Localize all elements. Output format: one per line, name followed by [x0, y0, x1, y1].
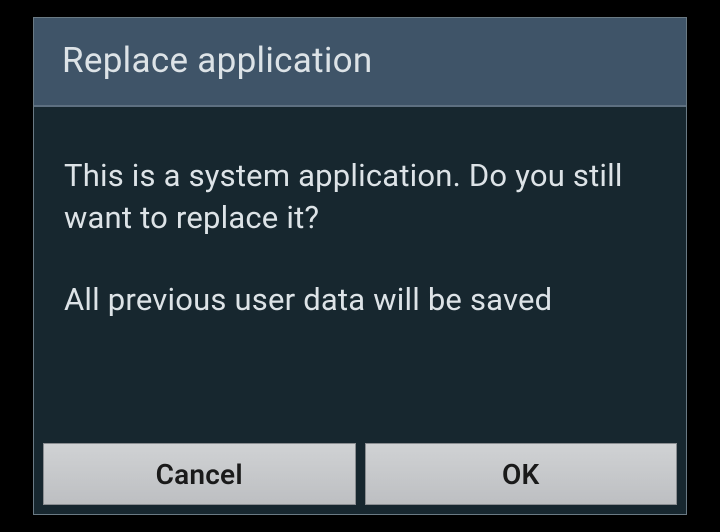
cancel-button[interactable]: Cancel [43, 443, 356, 505]
dialog-body: This is a system application. Do you sti… [34, 107, 686, 434]
dialog-title: Replace application [34, 18, 686, 107]
dialog-actions: Cancel OK [34, 434, 686, 514]
replace-application-dialog: Replace application This is a system app… [33, 17, 687, 515]
dialog-message-2: All previous user data will be saved [64, 279, 656, 321]
ok-button[interactable]: OK [365, 443, 678, 505]
dialog-message-1: This is a system application. Do you sti… [64, 155, 656, 239]
